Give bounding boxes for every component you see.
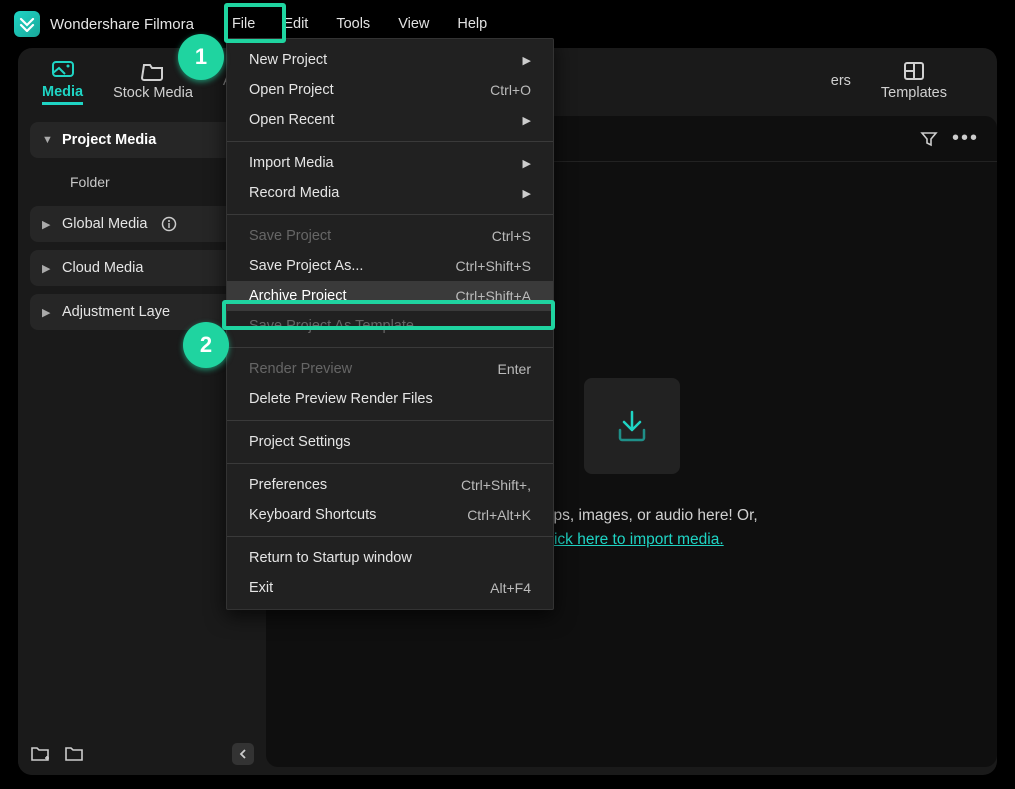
menu-separator	[227, 141, 553, 142]
sidebar-item-cloud-media[interactable]: ▶ Cloud Media	[30, 250, 254, 286]
menu-item-shortcut: Ctrl+O	[490, 82, 531, 98]
menu-item-archive-project[interactable]: Archive Project Ctrl+Shift+A	[227, 281, 553, 311]
tab-label: ers	[831, 73, 851, 89]
menu-item-label: Project Settings	[249, 434, 351, 450]
menu-help[interactable]: Help	[443, 12, 501, 36]
sidebar-item-label: Cloud Media	[62, 260, 143, 276]
submenu-arrow-icon: ▶	[523, 114, 531, 127]
sidebar-item-label: Project Media	[62, 132, 156, 148]
sidebar-sub-folder[interactable]: Folder	[30, 166, 254, 198]
menu-item-label: Archive Project	[249, 288, 347, 304]
sidebar-item-label: Global Media	[62, 216, 147, 232]
menu-item-label: Open Project	[249, 82, 334, 98]
menu-file[interactable]: File	[218, 12, 269, 36]
menu-item-shortcut: Ctrl+Shift+S	[456, 258, 531, 274]
new-folder-icon[interactable]	[30, 744, 50, 764]
menu-separator	[227, 347, 553, 348]
menu-item-label: Render Preview	[249, 361, 352, 377]
menu-view[interactable]: View	[384, 12, 443, 36]
menu-tools[interactable]: Tools	[322, 12, 384, 36]
collapse-sidebar-button[interactable]	[232, 743, 254, 765]
chevron-down-icon: ▼	[42, 134, 52, 146]
folder-icon[interactable]	[64, 744, 84, 764]
chevron-right-icon: ▶	[42, 306, 52, 319]
chevron-right-icon: ▶	[42, 218, 52, 231]
sidebar-item-adjustment-layer[interactable]: ▶ Adjustment Laye	[30, 294, 254, 330]
import-media-link[interactable]: Click here to import media.	[539, 531, 723, 548]
sidebar-item-label: Adjustment Laye	[62, 304, 170, 320]
tab-label: Templates	[881, 85, 947, 101]
tab-label: Media	[42, 84, 83, 100]
menu-item-save-template: Save Project As Template	[227, 311, 553, 341]
menu-item-shortcut: Ctrl+Shift+,	[461, 477, 531, 493]
submenu-arrow-icon: ▶	[523, 187, 531, 200]
menubar: File Edit Tools View Help	[218, 12, 501, 36]
info-icon	[161, 216, 177, 232]
menu-item-label: New Project	[249, 52, 327, 68]
menu-separator	[227, 463, 553, 464]
menu-separator	[227, 536, 553, 537]
menu-item-shortcut: Ctrl+Shift+A	[456, 288, 531, 304]
menu-item-label: Import Media	[249, 155, 334, 171]
file-dropdown-menu: New Project ▶ Open Project Ctrl+O Open R…	[226, 38, 554, 610]
filter-icon[interactable]	[920, 130, 938, 148]
menu-item-shortcut: Ctrl+Alt+K	[467, 507, 531, 523]
menu-item-preferences[interactable]: Preferences Ctrl+Shift+,	[227, 470, 553, 500]
menu-item-keyboard-shortcuts[interactable]: Keyboard Shortcuts Ctrl+Alt+K	[227, 500, 553, 530]
annotation-badge-1: 1	[178, 34, 224, 80]
menu-item-label: Keyboard Shortcuts	[249, 507, 376, 523]
menu-item-label: Delete Preview Render Files	[249, 391, 433, 407]
menu-item-label: Save Project As...	[249, 258, 363, 274]
menu-item-shortcut: Enter	[498, 361, 531, 377]
templates-icon	[902, 61, 926, 81]
menu-item-exit[interactable]: Exit Alt+F4	[227, 573, 553, 603]
menu-item-shortcut: Ctrl+S	[492, 228, 531, 244]
folder-icon	[141, 61, 165, 81]
menu-edit[interactable]: Edit	[269, 12, 322, 36]
sidebar-item-project-media[interactable]: ▼ Project Media	[30, 122, 254, 158]
app-title: Wondershare Filmora	[50, 16, 194, 33]
menu-item-open-recent[interactable]: Open Recent ▶	[227, 105, 553, 135]
menu-item-save-project-as[interactable]: Save Project As... Ctrl+Shift+S	[227, 251, 553, 281]
app-logo-icon	[14, 11, 40, 37]
more-options-icon[interactable]: •••	[952, 127, 979, 150]
menu-item-label: Preferences	[249, 477, 327, 493]
import-icon	[584, 378, 680, 474]
menu-item-return-startup[interactable]: Return to Startup window	[227, 543, 553, 573]
chevron-right-icon: ▶	[42, 262, 52, 275]
menu-item-shortcut: Alt+F4	[490, 580, 531, 596]
submenu-arrow-icon: ▶	[523, 54, 531, 67]
menu-item-record-media[interactable]: Record Media ▶	[227, 178, 553, 208]
submenu-arrow-icon: ▶	[523, 157, 531, 170]
menu-item-label: Open Recent	[249, 112, 334, 128]
menu-item-render-preview: Render Preview Enter	[227, 354, 553, 384]
menu-item-label: Return to Startup window	[249, 550, 412, 566]
tab-partial-right[interactable]: ers	[831, 73, 851, 91]
tab-label: Stock Media	[113, 85, 193, 101]
menu-item-label: Save Project	[249, 228, 331, 244]
menu-item-label: Record Media	[249, 185, 339, 201]
menu-item-label: Exit	[249, 580, 273, 596]
menu-separator	[227, 420, 553, 421]
menu-item-save-project: Save Project Ctrl+S	[227, 221, 553, 251]
menu-separator	[227, 214, 553, 215]
sidebar-item-global-media[interactable]: ▶ Global Media	[30, 206, 254, 242]
tab-media[interactable]: Media	[42, 60, 83, 105]
menu-item-import-media[interactable]: Import Media ▶	[227, 148, 553, 178]
menu-item-delete-render[interactable]: Delete Preview Render Files	[227, 384, 553, 414]
menu-item-label: Save Project As Template	[249, 318, 414, 334]
menu-item-new-project[interactable]: New Project ▶	[227, 45, 553, 75]
media-icon	[51, 60, 75, 80]
sidebar-footer	[30, 743, 254, 769]
annotation-badge-2: 2	[183, 322, 229, 368]
tab-templates[interactable]: Templates	[881, 61, 947, 103]
menu-item-open-project[interactable]: Open Project Ctrl+O	[227, 75, 553, 105]
menu-item-project-settings[interactable]: Project Settings	[227, 427, 553, 457]
